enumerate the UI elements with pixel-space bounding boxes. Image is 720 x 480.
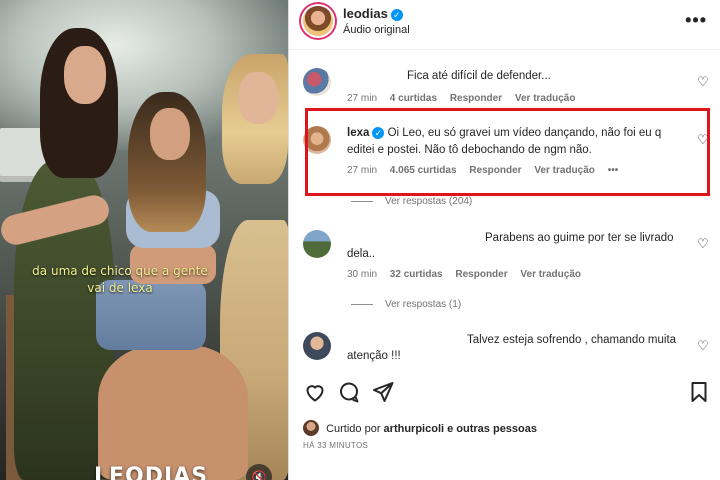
translate-link[interactable]: Ver tradução <box>520 269 581 280</box>
comment-like-heart-icon[interactable]: ♡ <box>697 339 711 353</box>
comment-text-line2: atenção !!! <box>347 350 401 362</box>
comment-time: 27 min <box>347 93 378 104</box>
reply-button[interactable]: Responder <box>455 269 507 280</box>
audio-label[interactable]: Áudio original <box>343 24 410 36</box>
replies-divider <box>351 200 373 202</box>
watermark-logo: LEODIAS <box>94 464 209 480</box>
comment-time: 30 min <box>347 269 378 280</box>
comment-text-line1: Parabens ao guime por ter se livrado <box>485 232 674 244</box>
verified-badge-icon: ✓ <box>390 9 403 21</box>
heart-icon[interactable] <box>303 380 327 404</box>
comment-icon[interactable] <box>337 380 361 404</box>
translate-link[interactable]: Ver tradução <box>515 93 576 104</box>
bookmark-icon[interactable] <box>687 380 711 404</box>
replies-divider <box>351 303 373 305</box>
dancer-right-face <box>238 72 278 124</box>
view-replies-text[interactable]: Ver respostas (204) <box>385 196 472 207</box>
comment-text-line1: Talvez esteja sofrendo , chamando muita <box>467 334 677 346</box>
post-timestamp: HÁ 33 MINUTOS <box>303 441 369 450</box>
commenter-avatar[interactable] <box>303 332 331 360</box>
liked-by-suffix[interactable]: e outras pessoas <box>447 423 537 435</box>
liker-avatar[interactable] <box>303 420 319 436</box>
comment-like-heart-icon[interactable]: ♡ <box>697 75 711 89</box>
video-caption: da uma de chico que a gente vai de lexa <box>20 263 220 297</box>
commenter-avatar[interactable] <box>303 230 331 258</box>
comment-likes[interactable]: 32 curtidas <box>390 269 443 280</box>
liked-by-user[interactable]: arthurpicoli <box>384 423 445 435</box>
dancer-center-face <box>150 108 190 160</box>
video-caption-line1: da uma de chico que a gente <box>32 264 208 278</box>
comment-text-line2: dela.. <box>347 248 376 260</box>
comment-like-heart-icon[interactable]: ♡ <box>697 237 711 251</box>
more-options-icon[interactable]: ••• <box>685 10 707 31</box>
video-panel[interactable]: da uma de chico que a gente vai de lexa … <box>0 0 288 480</box>
highlight-box <box>305 108 710 196</box>
liked-by-prefix: Curtido por <box>326 423 381 435</box>
dancer-left-face <box>64 46 106 104</box>
comment-meta: 30 min 32 curtidas Responder Ver traduçã… <box>347 269 591 280</box>
comment-likes[interactable]: 4 curtidas <box>390 93 437 104</box>
comments-panel: leodias ✓ Áudio original ••• Fica até dif… <box>288 0 720 480</box>
author-avatar[interactable] <box>303 6 333 36</box>
liked-by-line: Curtido por arthurpicoli e outras pessoa… <box>303 420 537 436</box>
view-replies-link[interactable]: Ver respostas (204) <box>351 196 472 207</box>
dancer-center-legs <box>98 345 248 480</box>
comment-meta: 27 min 4 curtidas Responder Ver tradução <box>347 93 585 104</box>
view-replies-link[interactable]: Ver respostas (1) <box>351 299 461 310</box>
share-icon[interactable] <box>371 380 395 404</box>
comment-text: Fica até difícil de defender... <box>407 70 551 82</box>
instagram-post-screenshot: da uma de chico que a gente vai de lexa … <box>0 0 720 480</box>
author-username[interactable]: leodias ✓ <box>343 6 403 21</box>
post-actions-bar <box>289 378 720 408</box>
post-header: leodias ✓ Áudio original ••• <box>289 0 720 50</box>
video-caption-line2: vai de lexa <box>87 281 153 295</box>
view-replies-text[interactable]: Ver respostas (1) <box>385 299 461 310</box>
commenter-avatar[interactable] <box>303 68 331 96</box>
author-username-text[interactable]: leodias <box>343 6 388 21</box>
reply-button[interactable]: Responder <box>450 93 502 104</box>
